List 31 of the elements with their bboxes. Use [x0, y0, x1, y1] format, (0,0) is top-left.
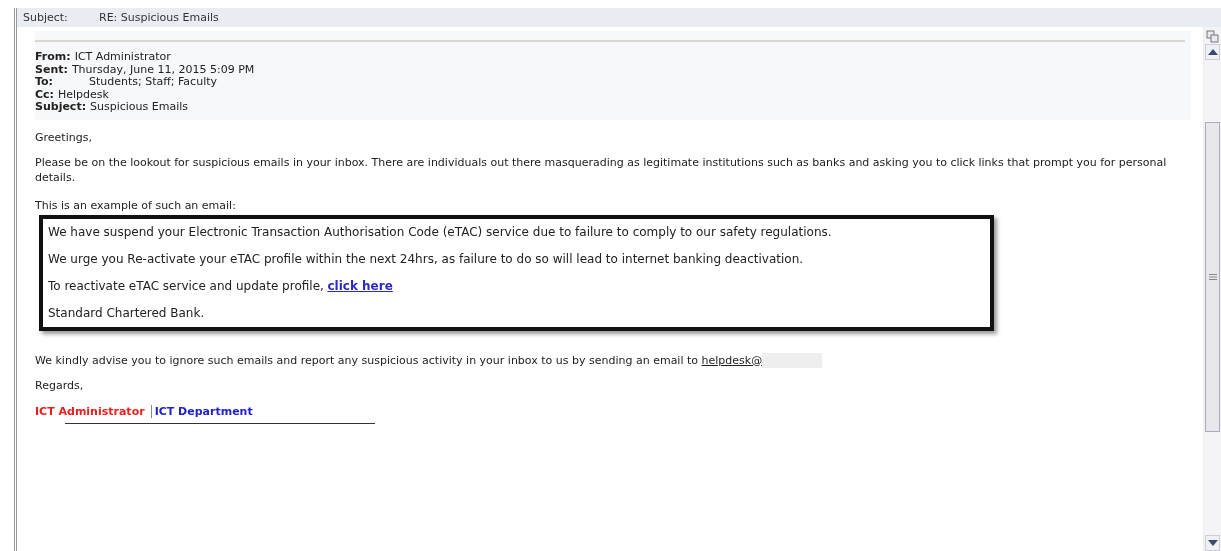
header-label: Subject:: [35, 100, 87, 113]
header-value: Thursday, June 11, 2015 5:09 PM: [71, 62, 255, 76]
advice-paragraph: We kindly advise you to ignore such emails and report any suspicious activity in your inbox to us by sending an email to helpdesk@: [35, 352, 763, 368]
signature-text: ICT Department: [154, 404, 253, 418]
example-line: To reactivate eTAC service and update profile, click here: [48, 278, 393, 293]
up-arrow-icon: [1207, 49, 1218, 55]
header-label: From:: [35, 50, 71, 63]
header-label: Sent:: [35, 62, 68, 76]
grip-icon: [1208, 274, 1217, 280]
greeting-text: Greetings,: [35, 129, 93, 145]
closing-text: Regards,: [35, 377, 85, 393]
example-line: We urge you Re-activate your eTAC profile within the next 24hrs, as failure to do so will lead to internet banking deactivation.: [48, 251, 804, 266]
down-arrow-icon: [1207, 540, 1218, 546]
scroll-up-button[interactable]: [1205, 44, 1220, 60]
header-value: Students; Staff; Faculty: [89, 75, 217, 88]
intro-paragraph: Please be on the lookout for suspicious emails in your inbox. There are individuals out there masquerading as legitimate institutions such as banks and asking you to click links that prompt you for personal details.: [35, 154, 1168, 185]
header-value: ICT Administrator: [74, 50, 171, 63]
subject-value: RE: Suspicious Emails: [99, 11, 219, 24]
header-value: Suspicious Emails: [90, 100, 189, 113]
header-label: To:: [35, 75, 53, 88]
example-label: This is an example of such an email:: [35, 197, 237, 213]
scroll-down-button[interactable]: [1205, 535, 1220, 551]
example-line: Standard Chartered Bank.: [48, 305, 205, 320]
scroll-thumb[interactable]: [1205, 122, 1220, 432]
email-link[interactable]: helpdesk@: [701, 353, 763, 367]
signature-text: ICT Administrator: [35, 404, 145, 418]
example-line: We have suspend your Electronic Transaction Authorisation Code (eTAC) service due to failure to comply to our safety regulations.: [48, 224, 832, 239]
header-label: Cc:: [35, 87, 54, 101]
header-value: Helpdesk: [58, 87, 109, 101]
subject-label: Subject:: [23, 11, 69, 24]
click-here-link[interactable]: click here: [327, 278, 393, 293]
